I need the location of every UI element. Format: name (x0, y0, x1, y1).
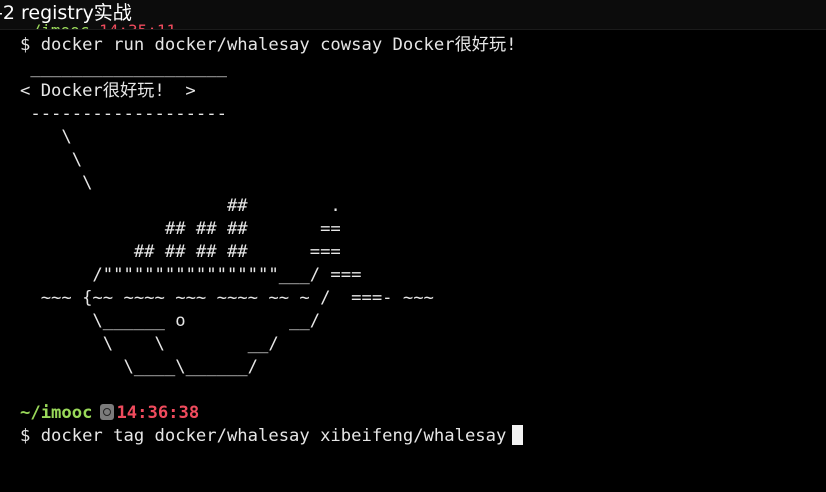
output-line: /"""""""""""""""""___/ === (20, 265, 362, 285)
output-line: \____\______/ (20, 357, 258, 377)
command-line-run: $ docker run docker/whalesay cowsay Dock… (20, 35, 517, 55)
output-line: \ (20, 173, 93, 193)
output-line: ## ## ## == (20, 219, 341, 239)
output-line: ~~~ {~~ ~~~~ ~~~ ~~~~ ~~ ~ / ===- ~~~ (20, 288, 434, 308)
prompt-path: ~/imooc (20, 403, 93, 423)
output-line: ## . (20, 196, 341, 216)
prompt-time: 14:36:38 (116, 403, 200, 423)
terminal-window[interactable]: $ docker run docker/whalesay cowsay Dock… (20, 34, 820, 448)
clock-icon (100, 404, 115, 420)
shell-prompt: ~/imooc 14:36:38 (20, 402, 820, 425)
output-line: ## ## ## ## === (20, 242, 341, 262)
output-line: \ (20, 127, 72, 147)
output-line: < Docker很好玩! > (20, 81, 196, 101)
output-line: \______ o __/ (20, 311, 321, 331)
output-line: \ (20, 150, 83, 170)
text-cursor (512, 425, 524, 445)
command-text: $ docker tag docker/whalesay xibeifeng/w… (20, 426, 507, 446)
output-line: ------------------- (20, 104, 238, 124)
output-line: \ \ __/ (20, 334, 279, 354)
video-title-bar: ~/imooc 14:35:11 -2 registry实战 (0, 0, 826, 30)
whalesay-output: ___________________ < Docker很好玩! > -----… (20, 57, 820, 379)
output-line: ___________________ (20, 58, 238, 78)
video-title: -2 registry实战 (0, 2, 132, 24)
command-line-tag[interactable]: $ docker tag docker/whalesay xibeifeng/w… (20, 425, 820, 448)
